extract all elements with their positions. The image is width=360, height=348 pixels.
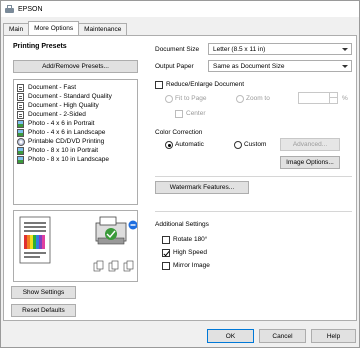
epson-driver-window: EPSON Main More Options Maintenance Prin… xyxy=(0,0,360,348)
fit-to-page-radio[interactable] xyxy=(165,95,173,103)
output-paper-select[interactable]: Same as Document Size xyxy=(208,60,352,72)
list-item[interactable]: Photo - 4 x 6 in Landscape xyxy=(17,128,137,137)
preset-label: Photo - 8 x 10 in Portrait xyxy=(28,147,99,154)
stepper-down-button[interactable] xyxy=(329,98,337,103)
list-item[interactable]: Document - 2-Sided xyxy=(17,110,137,119)
color-correction-label: Color Correction xyxy=(155,129,203,136)
window-title: EPSON xyxy=(18,5,43,13)
reset-defaults-button[interactable]: Reset Defaults xyxy=(11,304,76,317)
chevron-down-icon xyxy=(342,48,348,51)
preset-label: Printable CD/DVD Printing xyxy=(28,138,105,145)
tab-main[interactable]: Main xyxy=(3,23,30,35)
photo-icon xyxy=(17,128,24,137)
add-remove-presets-button[interactable]: Add/Remove Presets... xyxy=(13,60,138,73)
document-icon xyxy=(17,92,24,101)
list-item[interactable]: Photo - 8 x 10 in Landscape xyxy=(17,155,137,164)
reduce-enlarge-checkbox[interactable] xyxy=(155,81,163,89)
divider xyxy=(155,176,352,177)
high-speed-checkbox[interactable] xyxy=(162,249,170,257)
list-item[interactable]: Photo - 8 x 10 in Portrait xyxy=(17,146,137,155)
automatic-radio[interactable] xyxy=(165,141,173,149)
show-settings-button[interactable]: Show Settings xyxy=(11,286,76,299)
advanced-button[interactable]: Advanced... xyxy=(280,138,340,151)
preset-label: Photo - 4 x 6 in Portrait xyxy=(28,120,95,127)
preset-label: Photo - 4 x 6 in Landscape xyxy=(28,129,106,136)
cd-icon xyxy=(17,137,25,146)
percent-label: % xyxy=(342,95,348,102)
print-preview xyxy=(13,210,138,282)
output-paper-label: Output Paper xyxy=(155,63,194,70)
list-item[interactable]: Photo - 4 x 6 in Portrait xyxy=(17,119,137,128)
list-item[interactable]: Document - Fast xyxy=(17,83,137,92)
tab-more-options[interactable]: More Options xyxy=(28,21,80,35)
document-size-label: Document Size xyxy=(155,46,200,53)
photo-icon xyxy=(17,146,24,155)
reduce-enlarge-label: Reduce/Enlarge Document xyxy=(166,81,245,88)
list-item[interactable]: Document - Standard Quality xyxy=(17,92,137,101)
preset-list[interactable]: Document - Fast Document - Standard Qual… xyxy=(13,79,138,205)
title-bar: EPSON xyxy=(1,1,359,17)
document-icon xyxy=(17,101,24,110)
preset-label: Document - 2-Sided xyxy=(28,111,86,118)
zoom-to-radio[interactable] xyxy=(236,95,244,103)
list-item[interactable]: Printable CD/DVD Printing xyxy=(17,137,137,146)
preset-label: Document - Standard Quality xyxy=(28,93,112,100)
preset-label: Document - Fast xyxy=(28,84,77,91)
high-speed-label: High Speed xyxy=(173,249,207,256)
document-icon xyxy=(17,83,24,92)
preset-label: Document - High Quality xyxy=(28,102,99,109)
custom-radio[interactable] xyxy=(234,141,242,149)
image-options-button[interactable]: Image Options... xyxy=(280,156,340,169)
list-item[interactable]: Document - High Quality xyxy=(17,101,137,110)
cancel-button[interactable]: Cancel xyxy=(259,329,306,343)
additional-settings-label: Additional Settings xyxy=(155,221,209,228)
center-label: Center xyxy=(186,110,206,117)
rotate-180-checkbox[interactable] xyxy=(162,236,170,244)
tab-maintenance[interactable]: Maintenance xyxy=(78,23,128,35)
rotate-180-label: Rotate 180° xyxy=(173,236,208,243)
document-size-select[interactable]: Letter (8.5 x 11 in) xyxy=(208,43,352,55)
ok-button[interactable]: OK xyxy=(207,329,254,343)
preview-illustration xyxy=(19,216,138,272)
automatic-label: Automatic xyxy=(175,141,204,148)
watermark-features-button[interactable]: Watermark Features... xyxy=(155,181,249,194)
zoom-to-label: Zoom to xyxy=(246,95,270,102)
zoom-percent-stepper[interactable] xyxy=(298,92,338,104)
tab-strip: Main More Options Maintenance xyxy=(3,21,128,35)
document-size-value: Letter (8.5 x 11 in) xyxy=(213,45,266,53)
fit-to-page-label: Fit to Page xyxy=(175,95,207,102)
printer-icon xyxy=(5,4,14,14)
tab-panel: Printing Presets Add/Remove Presets... D… xyxy=(3,35,357,321)
divider xyxy=(155,211,352,212)
output-paper-value: Same as Document Size xyxy=(213,62,285,70)
photo-icon xyxy=(17,155,24,164)
chevron-down-icon xyxy=(342,65,348,68)
help-button[interactable]: Help xyxy=(311,329,356,343)
printing-presets-heading: Printing Presets xyxy=(13,43,67,50)
photo-icon xyxy=(17,119,24,128)
mirror-image-label: Mirror Image xyxy=(173,262,210,269)
mirror-image-checkbox[interactable] xyxy=(162,262,170,270)
preset-label: Photo - 8 x 10 in Landscape xyxy=(28,156,109,163)
document-icon xyxy=(17,110,24,119)
custom-label: Custom xyxy=(244,141,267,148)
center-checkbox[interactable] xyxy=(175,110,183,118)
